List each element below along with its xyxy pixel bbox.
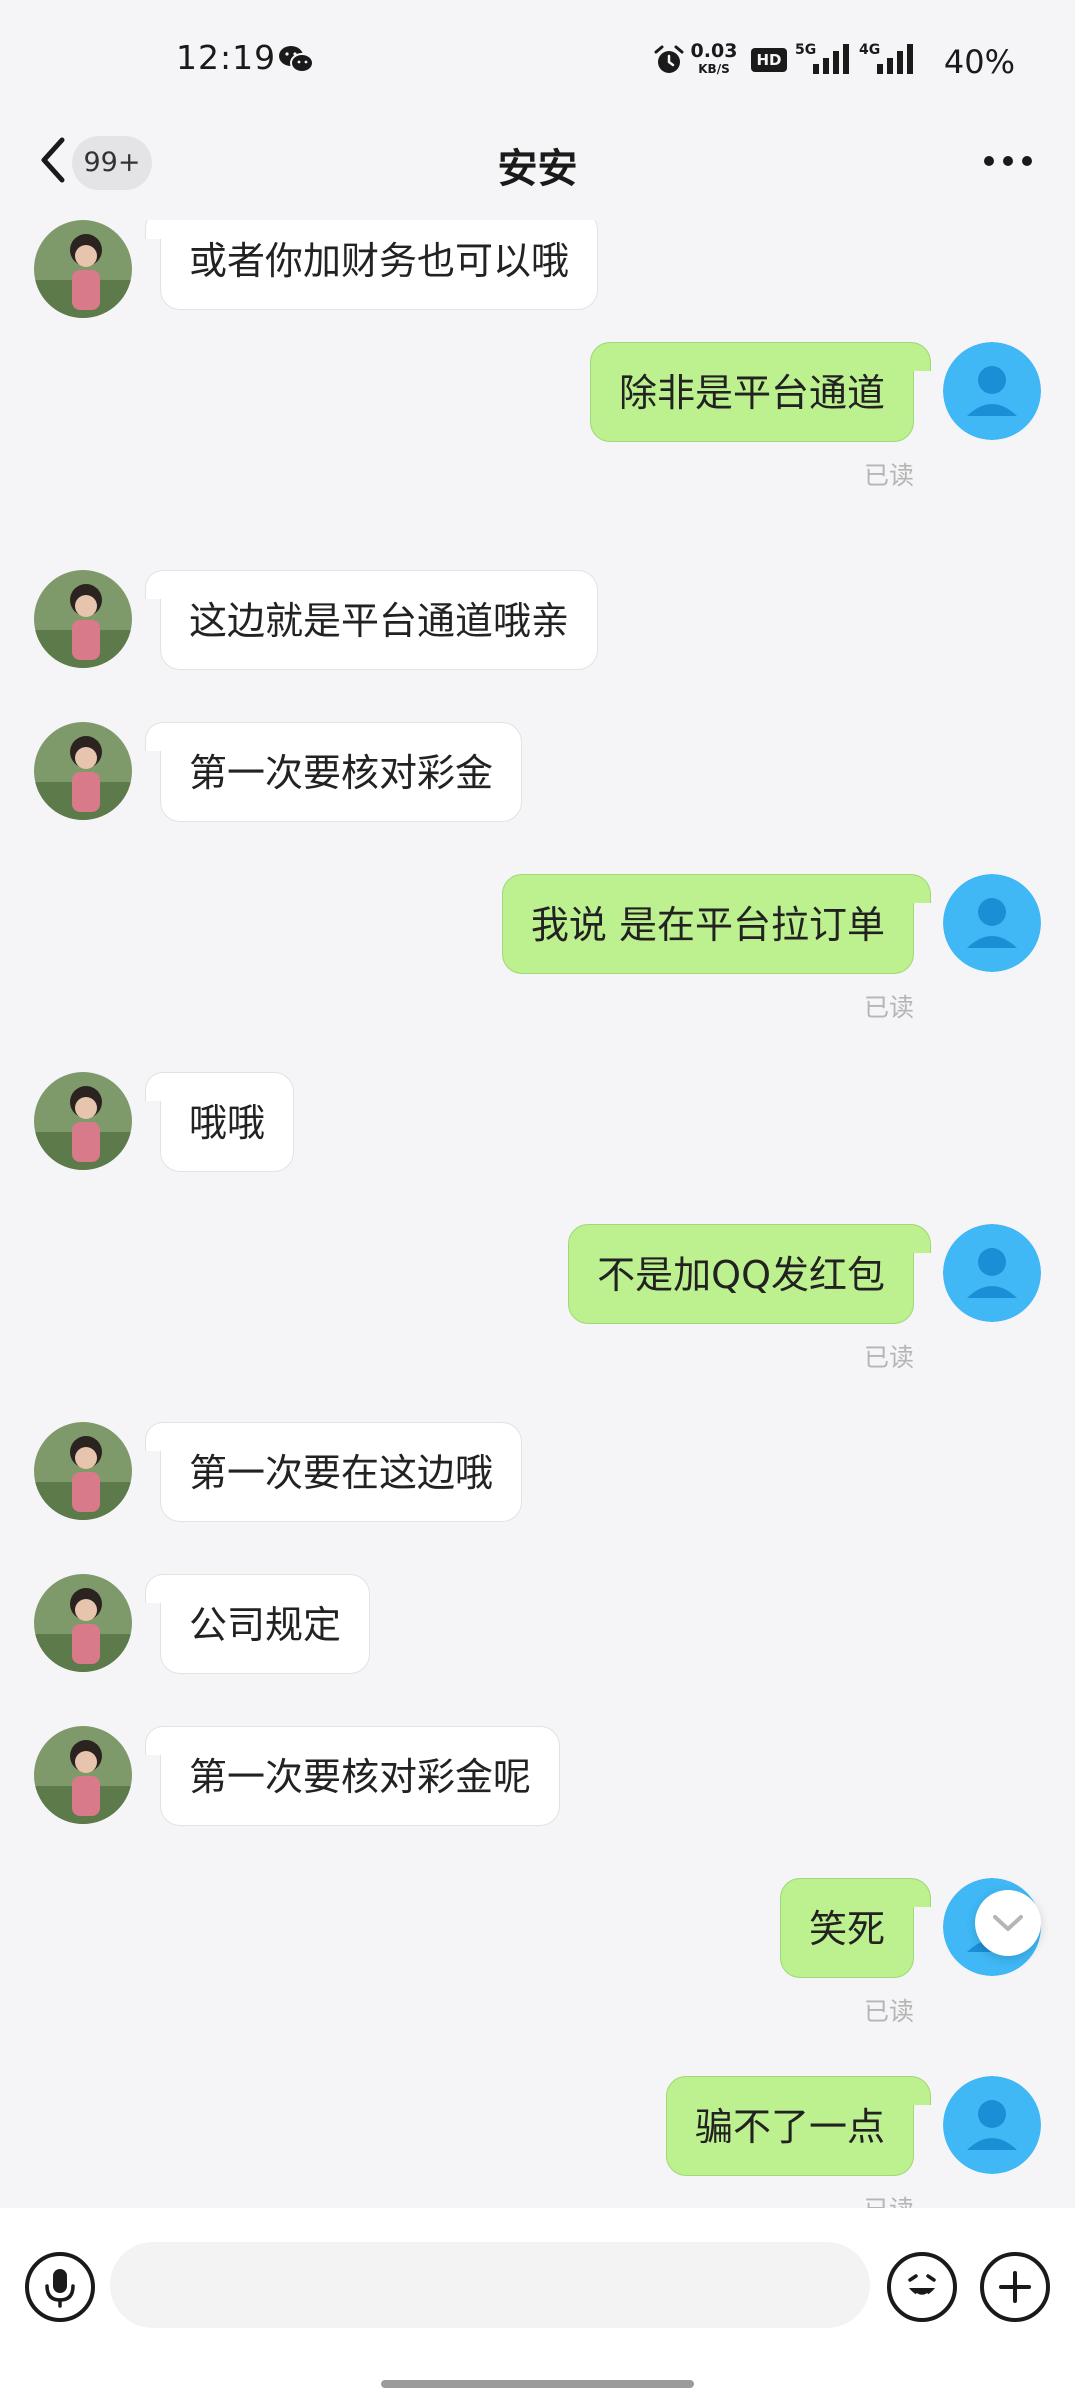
contact-avatar[interactable] xyxy=(34,1574,132,1672)
message-input[interactable] xyxy=(110,2242,870,2328)
read-status: 已读 xyxy=(863,1343,914,1372)
network-speed-value: 0.03 xyxy=(690,40,738,62)
message-list[interactable]: 或者你加财务也可以哦 除非是平台通道 已读 这边就是平台通道哦亲 第一次要核对彩… xyxy=(0,220,1075,2208)
message-bubble[interactable]: 第一次要在这边哦 xyxy=(144,1422,523,1522)
network-speed-unit: KB/S xyxy=(698,62,730,76)
contact-avatar[interactable] xyxy=(34,570,132,668)
more-options-icon[interactable] xyxy=(981,146,1035,176)
alarm-icon xyxy=(654,45,684,73)
input-bar xyxy=(0,2208,1075,2400)
contact-avatar[interactable] xyxy=(34,1726,132,1824)
status-time: 12:19 xyxy=(176,38,277,77)
scroll-to-bottom-button[interactable] xyxy=(975,1890,1041,1956)
contact-avatar[interactable] xyxy=(34,1072,132,1170)
read-status: 已读 xyxy=(863,461,914,490)
emoji-icon xyxy=(908,2274,936,2298)
microphone-icon xyxy=(45,2269,75,2308)
chevron-down-icon xyxy=(993,1915,1023,1931)
user-avatar[interactable] xyxy=(943,2076,1041,2174)
chat-header: 99+ 安安 xyxy=(0,110,1075,220)
chat-title: 安安 xyxy=(497,146,578,192)
user-avatar[interactable] xyxy=(943,342,1041,440)
message-bubble[interactable]: 不是加QQ发红包 xyxy=(568,1224,931,1324)
wechat-notification-icon xyxy=(279,46,314,73)
status-bar: 12:19 0.03 KB/S HD 5G 4G 40% xyxy=(0,0,1075,110)
emoji-button[interactable] xyxy=(887,2252,957,2322)
read-status: 已读 xyxy=(863,993,914,1022)
message-bubble[interactable]: 除非是平台通道 xyxy=(589,342,932,442)
signal-4g-icon: 4G xyxy=(859,42,915,76)
read-status: 已读 xyxy=(864,2190,914,2208)
hd-label: HD xyxy=(756,51,782,69)
contact-avatar[interactable] xyxy=(34,722,132,820)
message-bubble[interactable]: 或者你加财务也可以哦 xyxy=(144,220,599,310)
more-actions-button[interactable] xyxy=(980,2252,1050,2322)
home-indicator[interactable] xyxy=(381,2380,694,2388)
contact-avatar[interactable] xyxy=(34,1422,132,1520)
message-bubble[interactable]: 第一次要核对彩金 xyxy=(144,722,523,822)
plus-icon xyxy=(999,2271,1031,2303)
message-bubble[interactable]: 公司规定 xyxy=(144,1574,371,1674)
signal-5g-icon: 5G xyxy=(795,42,851,76)
message-bubble[interactable]: 第一次要核对彩金呢 xyxy=(144,1726,561,1826)
user-avatar[interactable] xyxy=(943,874,1041,972)
message-bubble[interactable]: 这边就是平台通道哦亲 xyxy=(144,570,599,670)
hd-voice-icon: HD xyxy=(751,48,787,72)
message-bubble[interactable]: 哦哦 xyxy=(144,1072,295,1172)
contact-avatar[interactable] xyxy=(34,220,132,318)
message-bubble[interactable]: 笑死 xyxy=(779,1878,932,1978)
voice-input-button[interactable] xyxy=(25,2252,95,2322)
battery-level: 40% xyxy=(943,43,1015,81)
user-avatar[interactable] xyxy=(943,1224,1041,1322)
message-bubble[interactable]: 骗不了一点 xyxy=(665,2076,932,2176)
message-bubble[interactable]: 我说 是在平台拉订单 xyxy=(501,874,932,974)
network-speed: 0.03 KB/S xyxy=(689,40,739,76)
read-status: 已读 xyxy=(863,1997,914,2026)
